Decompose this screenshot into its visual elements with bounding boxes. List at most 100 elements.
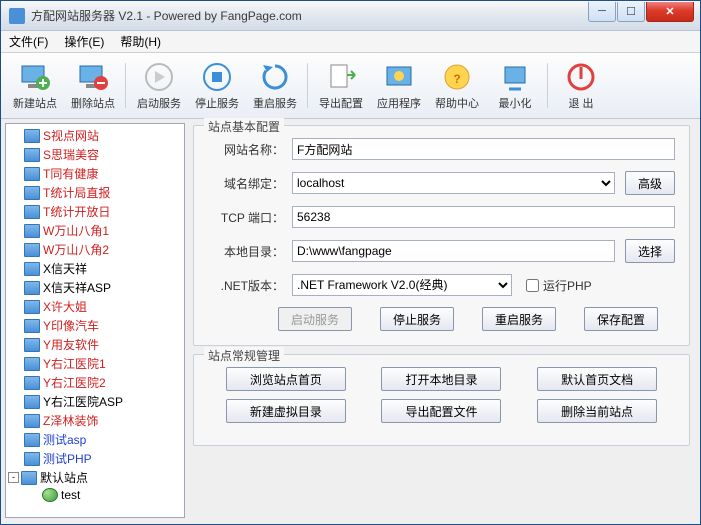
close-button[interactable]: ✕ bbox=[646, 2, 694, 22]
start-service-btn: 启动服务 bbox=[278, 307, 352, 331]
tree-label: X信天祥 bbox=[43, 260, 87, 277]
port-input[interactable] bbox=[292, 206, 675, 228]
restart-service-button[interactable]: 重启服务 bbox=[247, 57, 303, 114]
tree-label: T统计局直报 bbox=[43, 184, 110, 201]
site-icon bbox=[24, 281, 40, 295]
tree-node[interactable]: X信天祥ASP bbox=[6, 278, 184, 297]
tree-node[interactable]: T统计开放日 bbox=[6, 202, 184, 221]
tree-node[interactable]: X信天祥 bbox=[6, 259, 184, 278]
tree-node-child[interactable]: test bbox=[6, 487, 184, 503]
site-icon bbox=[24, 300, 40, 314]
domain-label: 域名绑定： bbox=[208, 175, 284, 192]
tree-label: T统计开放日 bbox=[43, 203, 110, 220]
site-icon bbox=[24, 205, 40, 219]
tree-label: T同有健康 bbox=[43, 165, 98, 182]
tree-node[interactable]: Y右江医院ASP bbox=[6, 392, 184, 411]
tree-label: 测试asp bbox=[43, 431, 86, 448]
domain-select[interactable]: localhost bbox=[292, 172, 615, 194]
save-config-btn[interactable]: 保存配置 bbox=[584, 307, 658, 331]
menu-help[interactable]: 帮助(H) bbox=[120, 33, 161, 50]
menubar: 文件(F) 操作(E) 帮助(H) bbox=[1, 31, 700, 53]
export-config-button[interactable]: 导出配置 bbox=[313, 57, 369, 114]
net-version-select[interactable]: .NET Framework V2.0(经典) bbox=[292, 274, 512, 296]
site-icon bbox=[24, 433, 40, 447]
tree-label: Y右江医院1 bbox=[43, 355, 106, 372]
tree-node[interactable]: Z泽林装饰 bbox=[6, 411, 184, 430]
manage-legend: 站点常规管理 bbox=[204, 347, 284, 364]
monitor-plus-icon bbox=[19, 61, 51, 93]
tree-label: Y右江医院ASP bbox=[43, 393, 123, 410]
minimize-tray-button[interactable]: 最小化 bbox=[487, 57, 543, 114]
titlebar: 方配网站服务器 V2.1 - Powered by FangPage.com ─… bbox=[1, 1, 700, 31]
collapse-icon[interactable]: - bbox=[8, 472, 19, 483]
dir-input[interactable] bbox=[292, 240, 615, 262]
run-php-checkbox[interactable]: 运行PHP bbox=[526, 277, 602, 294]
site-icon bbox=[24, 167, 40, 181]
restart-icon bbox=[259, 61, 291, 93]
tree-label: S视点网站 bbox=[43, 127, 99, 144]
tree-label: Y印像汽车 bbox=[43, 317, 99, 334]
port-label: TCP 端口： bbox=[208, 209, 284, 226]
site-icon bbox=[24, 129, 40, 143]
basic-config-legend: 站点基本配置 bbox=[204, 118, 284, 135]
site-icon bbox=[24, 452, 40, 466]
help-center-button[interactable]: ? 帮助中心 bbox=[429, 57, 485, 114]
delete-site-button[interactable]: 删除站点 bbox=[65, 57, 121, 114]
site-icon bbox=[24, 376, 40, 390]
choose-dir-button[interactable]: 选择 bbox=[625, 239, 675, 263]
tree-node[interactable]: W万山八角1 bbox=[6, 221, 184, 240]
minimize-button[interactable]: ─ bbox=[588, 2, 616, 22]
advanced-button[interactable]: 高级 bbox=[625, 171, 675, 195]
tree-node[interactable]: Y印像汽车 bbox=[6, 316, 184, 335]
site-icon bbox=[24, 338, 40, 352]
separator bbox=[547, 63, 549, 108]
start-service-button[interactable]: 启动服务 bbox=[131, 57, 187, 114]
window-title: 方配网站服务器 V2.1 - Powered by FangPage.com bbox=[31, 7, 588, 24]
net-label: .NET版本： bbox=[208, 277, 284, 294]
export-cfg-btn[interactable]: 导出配置文件 bbox=[381, 399, 501, 423]
tree-node[interactable]: S视点网站 bbox=[6, 126, 184, 145]
monitor-minus-icon bbox=[77, 61, 109, 93]
site-tree[interactable]: S视点网站 S思瑞美容 T同有健康 T统计局直报 T统计开放日W万山八角1W万山八角2 X… bbox=[5, 123, 185, 518]
tree-node[interactable]: T同有健康 bbox=[6, 164, 184, 183]
delete-site-btn[interactable]: 删除当前站点 bbox=[537, 399, 657, 423]
tree-node[interactable]: S思瑞美容 bbox=[6, 145, 184, 164]
tree-label: S思瑞美容 bbox=[43, 146, 99, 163]
tree-node[interactable]: W万山八角2 bbox=[6, 240, 184, 259]
default-doc-btn[interactable]: 默认首页文档 bbox=[537, 367, 657, 391]
tree-node[interactable]: Y右江医院2 bbox=[6, 373, 184, 392]
site-name-input[interactable] bbox=[292, 138, 675, 160]
app-button[interactable]: 应用程序 bbox=[371, 57, 427, 114]
tree-node[interactable]: X许大姐 bbox=[6, 297, 184, 316]
tree-label: 测试PHP bbox=[43, 450, 92, 467]
tree-node[interactable]: Y右江医院1 bbox=[6, 354, 184, 373]
new-vdir-btn[interactable]: 新建虚拟目录 bbox=[226, 399, 346, 423]
menu-file[interactable]: 文件(F) bbox=[9, 33, 48, 50]
open-dir-btn[interactable]: 打开本地目录 bbox=[381, 367, 501, 391]
site-icon bbox=[24, 186, 40, 200]
export-icon bbox=[325, 61, 357, 93]
tree-node[interactable]: 测试PHP bbox=[6, 449, 184, 468]
tree-label: 默认站点 bbox=[40, 469, 88, 486]
new-site-button[interactable]: 新建站点 bbox=[7, 57, 63, 114]
app-icon bbox=[383, 61, 415, 93]
site-icon bbox=[21, 471, 37, 485]
tree-label: W万山八角2 bbox=[43, 241, 109, 258]
toolbar: 新建站点 删除站点 启动服务 停止服务 重启服务 导出配置 应用程序 ? bbox=[1, 53, 700, 119]
restart-service-btn[interactable]: 重启服务 bbox=[482, 307, 556, 331]
browse-home-btn[interactable]: 浏览站点首页 bbox=[226, 367, 346, 391]
exit-button[interactable]: 退 出 bbox=[553, 57, 609, 114]
tree-node[interactable]: 测试asp bbox=[6, 430, 184, 449]
dir-label: 本地目录： bbox=[208, 243, 284, 260]
stop-service-btn[interactable]: 停止服务 bbox=[380, 307, 454, 331]
play-icon bbox=[143, 61, 175, 93]
tree-node-default[interactable]: - 默认站点 bbox=[6, 468, 184, 487]
site-icon bbox=[24, 319, 40, 333]
tree-node[interactable]: T统计局直报 bbox=[6, 183, 184, 202]
tree-node[interactable]: Y用友软件 bbox=[6, 335, 184, 354]
site-name-label: 网站名称： bbox=[208, 141, 284, 158]
menu-action[interactable]: 操作(E) bbox=[64, 33, 104, 50]
svg-text:?: ? bbox=[453, 72, 460, 86]
stop-service-button[interactable]: 停止服务 bbox=[189, 57, 245, 114]
maximize-button[interactable]: ☐ bbox=[617, 2, 645, 22]
